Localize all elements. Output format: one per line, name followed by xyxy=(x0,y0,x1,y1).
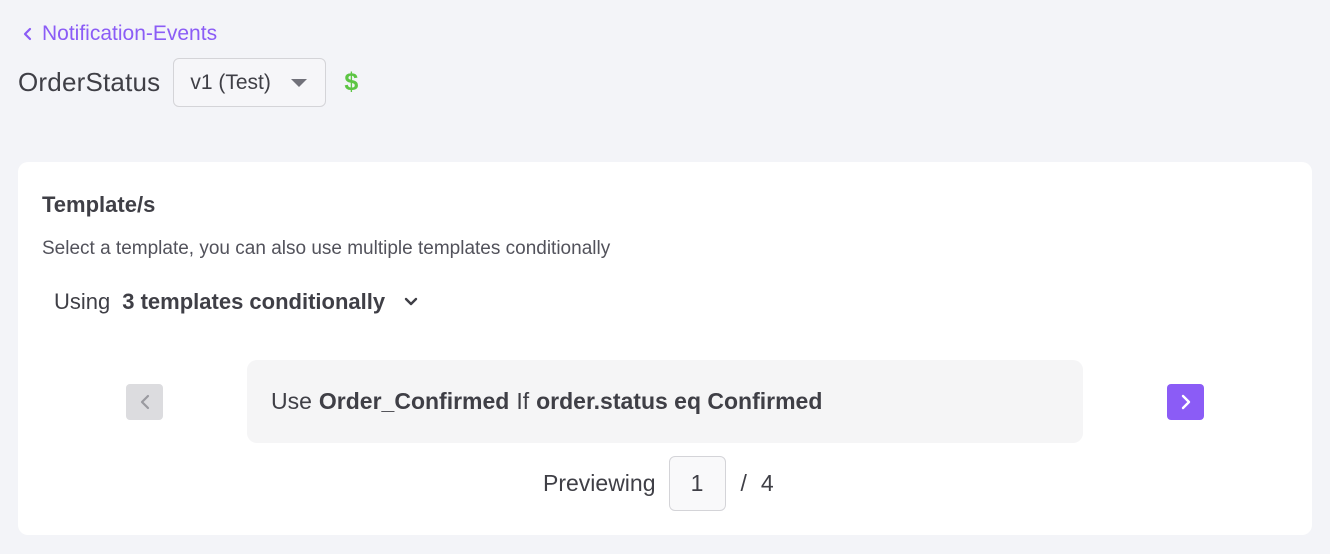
dollar-icon: $ xyxy=(344,68,359,96)
chevron-left-icon xyxy=(140,394,149,410)
back-link-label: Notification-Events xyxy=(42,22,218,45)
page: Notification-Events OrderStatus v1 (Test… xyxy=(0,0,1330,554)
preview-page-value: 1 xyxy=(690,470,704,496)
rule-condition: order.status eq Confirmed xyxy=(536,388,823,414)
chevron-left-icon xyxy=(23,27,32,41)
preview-total: 4 xyxy=(760,470,774,496)
rule-template-name: Order_Confirmed xyxy=(318,388,510,414)
version-select[interactable]: v1 (Test) xyxy=(173,58,327,107)
preview-separator: / xyxy=(740,470,747,496)
using-templates-dropdown[interactable]: Using 3 templates conditionally xyxy=(54,289,419,315)
previous-template-button[interactable] xyxy=(126,384,163,420)
card-description: Select a template, you can also use mult… xyxy=(42,238,611,259)
chevron-right-icon xyxy=(1181,394,1190,410)
version-select-value: v1 (Test) xyxy=(190,70,271,94)
rule-use-word: Use xyxy=(271,388,312,414)
preview-label: Previewing xyxy=(543,470,656,496)
preview-page-input[interactable]: 1 xyxy=(668,456,726,511)
using-prefix: Using xyxy=(54,289,111,314)
template-rule: Use Order_Confirmed If order.status eq C… xyxy=(247,360,1083,443)
templates-card: Template/s Select a template, you can al… xyxy=(18,162,1312,535)
page-title: OrderStatus xyxy=(18,67,161,97)
chevron-down-icon xyxy=(404,297,418,306)
next-template-button[interactable] xyxy=(1167,384,1204,420)
back-link[interactable]: Notification-Events xyxy=(22,22,217,46)
title-row: OrderStatus v1 (Test) $ xyxy=(18,58,358,107)
using-value: 3 templates conditionally xyxy=(122,289,386,314)
preview-pager: Previewing 1 / 4 xyxy=(543,456,774,511)
caret-down-icon xyxy=(291,78,308,87)
rule-if-word: If xyxy=(516,388,530,414)
card-title: Template/s xyxy=(42,192,156,217)
